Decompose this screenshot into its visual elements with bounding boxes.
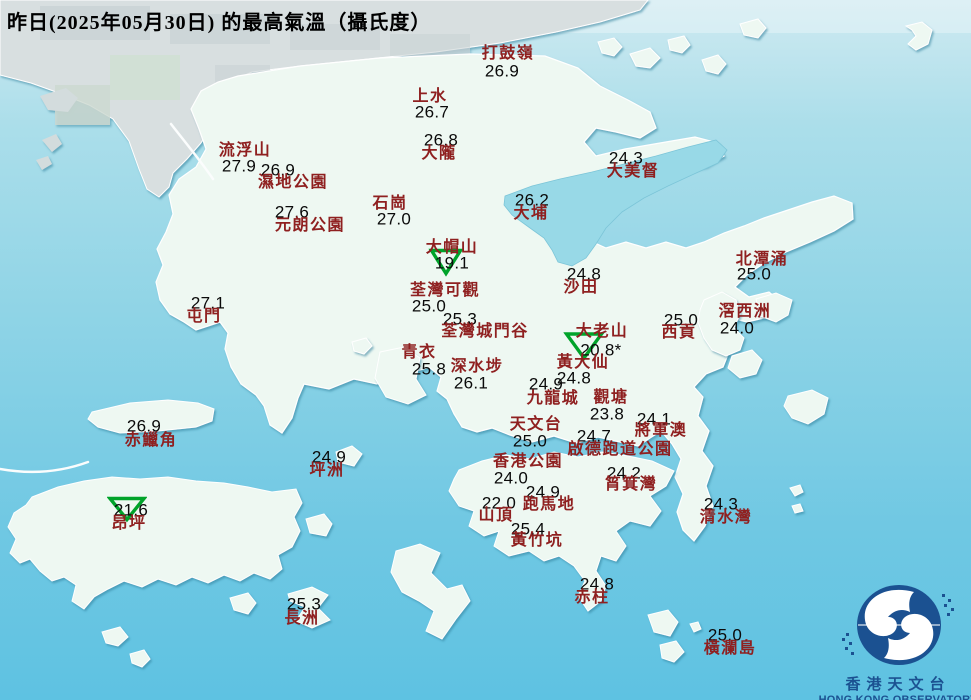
station-name-label: 將軍澳	[634, 422, 688, 439]
station-value: 24.0	[493, 468, 529, 488]
station-name-label: 九龍城	[526, 390, 580, 407]
station-value: 26.7	[414, 102, 450, 122]
station-name-label: 天文台	[509, 416, 563, 433]
station-value: 23.8	[589, 404, 625, 424]
station-value: 27.0	[376, 209, 412, 229]
station-name-label: 流浮山	[218, 142, 272, 159]
station-name-label: 深水埗	[450, 358, 504, 375]
station-name-label: 坪洲	[309, 462, 345, 479]
station-name-label: 滘西洲	[718, 303, 772, 320]
station-name-label: 山頂	[478, 507, 514, 524]
station-name-label: 橫瀾島	[703, 640, 757, 657]
station-value: 25.0	[512, 431, 548, 451]
station-name-label: 赤鱲角	[124, 432, 178, 449]
hko-logo: 香港天文台 HONG KONG OBSERVATORY	[818, 580, 971, 700]
hko-logo-icon	[842, 585, 954, 665]
station-name-label: 長洲	[284, 610, 320, 627]
station-value: 19.1	[434, 253, 470, 273]
station-name-label: 元朗公園	[274, 217, 346, 234]
station-value: 25.0	[411, 296, 447, 316]
station-value: 26.9	[484, 61, 520, 81]
station-name-label: 荃灣城門谷	[441, 323, 529, 340]
station-name-label: 濕地公園	[257, 174, 329, 191]
station-name-label: 大帽山	[425, 239, 479, 256]
station-name-label: 赤柱	[574, 589, 610, 606]
station-name-label: 荃灣可觀	[409, 282, 481, 299]
station-name-label: 黃大仙	[556, 354, 610, 371]
logo-title-en: HONG KONG OBSERVATORY	[818, 694, 971, 700]
station-name-label: 觀塘	[593, 389, 629, 406]
station-name-label: 青衣	[401, 344, 437, 361]
station-value: 26.1	[453, 373, 489, 393]
station-name-label: 打鼓嶺	[481, 45, 535, 62]
station-name-label: 啟德跑道公園	[567, 441, 673, 458]
logo-title-zh: 香港天文台	[845, 677, 951, 693]
station-name-label: 上水	[412, 88, 448, 105]
station-name-label: 跑馬地	[522, 496, 576, 513]
station-name-label: 香港公園	[492, 453, 564, 470]
station-name-label: 大美督	[606, 163, 660, 180]
station-name-label: 北潭涌	[735, 251, 789, 268]
station-name-label: 清水灣	[699, 509, 753, 526]
weather-map-page: 昨日(2025年05月30日) 的最高氣溫（攝氏度） 26.9 打鼓嶺 26.7 上水…	[0, 0, 971, 700]
station-name-label: 沙田	[563, 279, 599, 296]
station-name-label: 大隴	[421, 145, 457, 162]
station-name-label: 石崗	[372, 195, 408, 212]
page-title: 昨日(2025年05月30日) 的最高氣溫（攝氏度）	[7, 12, 432, 34]
station-name-label: 筲箕灣	[604, 476, 658, 493]
station-name-label: 大老山	[575, 323, 629, 340]
station-name-label: 西貢	[661, 324, 697, 341]
station-value: 27.9	[221, 156, 257, 176]
station-name-label: 屯門	[186, 308, 222, 325]
station-value: 25.0	[736, 264, 772, 284]
station-name-label: 昂坪	[111, 515, 147, 532]
station-value: 24.0	[719, 318, 755, 338]
station-value: 25.8	[411, 359, 447, 379]
station-name-label: 黃竹坑	[510, 532, 564, 549]
station-name-label: 大埔	[513, 205, 549, 222]
